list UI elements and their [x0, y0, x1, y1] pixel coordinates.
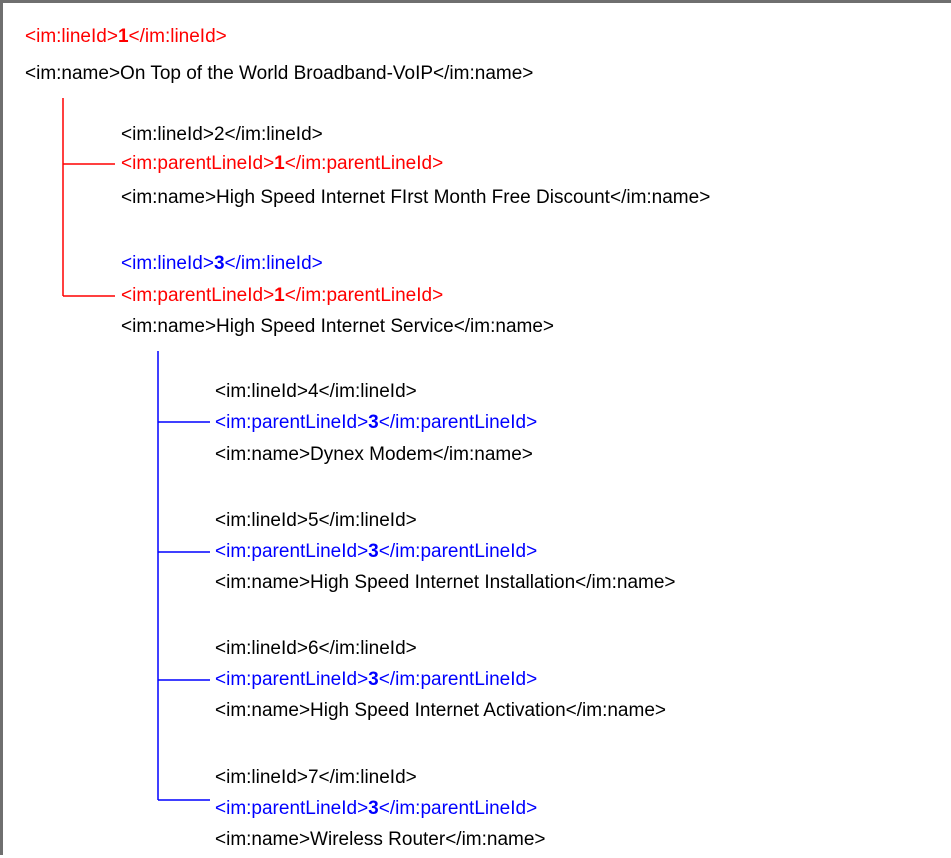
xml-open-tag: <im:name> — [215, 700, 311, 721]
xml-value: 7 — [307, 767, 319, 788]
xml-close-tag: </im:parentLineId> — [378, 798, 538, 819]
xml-line-7-name: <im:name>Wireless Router</im:name> — [215, 829, 546, 851]
xml-close-tag: </im:parentLineId> — [378, 412, 538, 433]
xml-line-6-lineid: <im:lineId>6</im:lineId> — [215, 638, 417, 660]
xml-value: 1 — [274, 153, 285, 174]
xml-line-5-name: <im:name>High Speed Internet Installatio… — [215, 572, 676, 594]
xml-close-tag: </im:parentLineId> — [284, 285, 444, 306]
xml-line-5-lineid: <im:lineId>5</im:lineId> — [215, 510, 417, 532]
xml-line-2-lineid: <im:lineId>2</im:lineId> — [121, 124, 323, 146]
xml-line-3-lineid: <im:lineId>3</im:lineId> — [121, 253, 323, 275]
xml-line-root-lineid: <im:lineId>1</im:lineId> — [25, 26, 227, 48]
root-connector — [62, 98, 115, 297]
xml-value: Wireless Router — [310, 829, 446, 850]
xml-open-tag: <im:lineId> — [215, 767, 308, 788]
xml-open-tag: <im:lineId> — [121, 253, 214, 274]
xml-close-tag: </im:parentLineId> — [378, 669, 538, 690]
service-connector — [157, 351, 210, 801]
xml-line-4-name: <im:name>Dynex Modem</im:name> — [215, 444, 533, 466]
xml-open-tag: <im:parentLineId> — [215, 669, 369, 690]
xml-diagram-frame: <im:lineId>1</im:lineId> <im:name>On Top… — [0, 0, 951, 855]
xml-value: High Speed Internet Activation — [310, 700, 566, 721]
xml-line-7-parentlineid: <im:parentLineId>3</im:parentLineId> — [215, 798, 537, 820]
xml-close-tag: </im:lineId> — [128, 26, 227, 47]
xml-line-2-parentlineid: <im:parentLineId>1</im:parentLineId> — [121, 153, 443, 175]
xml-open-tag: <im:name> — [215, 444, 311, 465]
xml-close-tag: </im:lineId> — [224, 253, 323, 274]
xml-open-tag: <im:lineId> — [215, 510, 308, 531]
xml-value: 1 — [117, 26, 129, 47]
xml-value: High Speed Internet Installation — [310, 572, 576, 593]
xml-close-tag: </im:name> — [433, 63, 534, 84]
xml-value: 5 — [307, 510, 319, 531]
xml-open-tag: <im:parentLineId> — [121, 285, 275, 306]
xml-value: Dynex Modem — [310, 444, 433, 465]
xml-close-tag: </im:lineId> — [318, 638, 417, 659]
xml-open-tag: <im:lineId> — [121, 124, 214, 145]
xml-open-tag: <im:lineId> — [215, 638, 308, 659]
xml-value: High Speed Internet Service — [216, 316, 454, 337]
xml-close-tag: </im:lineId> — [224, 124, 323, 145]
xml-line-6-parentlineid: <im:parentLineId>3</im:parentLineId> — [215, 669, 537, 691]
xml-open-tag: <im:name> — [215, 572, 311, 593]
xml-close-tag: </im:name> — [575, 572, 676, 593]
xml-line-5-parentlineid: <im:parentLineId>3</im:parentLineId> — [215, 541, 537, 563]
xml-open-tag: <im:parentLineId> — [215, 541, 369, 562]
xml-open-tag: <im:name> — [215, 829, 311, 850]
xml-line-3-name: <im:name>High Speed Internet Service</im… — [121, 316, 554, 338]
xml-line-4-parentlineid: <im:parentLineId>3</im:parentLineId> — [215, 412, 537, 434]
xml-value: 6 — [307, 638, 319, 659]
xml-open-tag: <im:lineId> — [25, 26, 118, 47]
xml-line-3-parentlineid: <im:parentLineId>1</im:parentLineId> — [121, 285, 443, 307]
xml-close-tag: </im:name> — [609, 187, 711, 208]
xml-open-tag: <im:name> — [121, 316, 217, 337]
xml-close-tag: </im:parentLineId> — [284, 153, 444, 174]
xml-open-tag: <im:parentLineId> — [121, 153, 275, 174]
xml-close-tag: </im:name> — [453, 316, 555, 337]
xml-value: 3 — [213, 253, 225, 274]
xml-value: 1 — [274, 285, 285, 306]
xml-line-4-lineid: <im:lineId>4</im:lineId> — [215, 381, 417, 403]
xml-value: 3 — [368, 669, 379, 690]
xml-value: 4 — [307, 381, 319, 402]
xml-value: 2 — [213, 124, 225, 145]
xml-open-tag: <im:name> — [121, 187, 217, 208]
xml-close-tag: </im:name> — [445, 829, 546, 850]
xml-value: 3 — [368, 798, 379, 819]
xml-value: On Top of the World Broadband-VoIP — [120, 63, 434, 84]
xml-close-tag: </im:name> — [432, 444, 533, 465]
xml-line-7-lineid: <im:lineId>7</im:lineId> — [215, 767, 417, 789]
xml-line-2-name: <im:name>High Speed Internet FIrst Month… — [121, 187, 710, 209]
xml-line-root-name: <im:name>On Top of the World Broadband-V… — [25, 63, 533, 85]
xml-value: 3 — [368, 412, 379, 433]
xml-open-tag: <im:parentLineId> — [215, 798, 369, 819]
xml-open-tag: <im:lineId> — [215, 381, 308, 402]
xml-close-tag: </im:lineId> — [318, 767, 417, 788]
xml-close-tag: </im:lineId> — [318, 510, 417, 531]
xml-open-tag: <im:parentLineId> — [215, 412, 369, 433]
xml-close-tag: </im:parentLineId> — [378, 541, 538, 562]
xml-close-tag: </im:name> — [565, 700, 666, 721]
xml-value: High Speed Internet FIrst Month Free Dis… — [216, 187, 610, 208]
xml-open-tag: <im:name> — [25, 63, 121, 84]
xml-close-tag: </im:lineId> — [318, 381, 417, 402]
xml-line-6-name: <im:name>High Speed Internet Activation<… — [215, 700, 666, 722]
xml-value: 3 — [368, 541, 379, 562]
